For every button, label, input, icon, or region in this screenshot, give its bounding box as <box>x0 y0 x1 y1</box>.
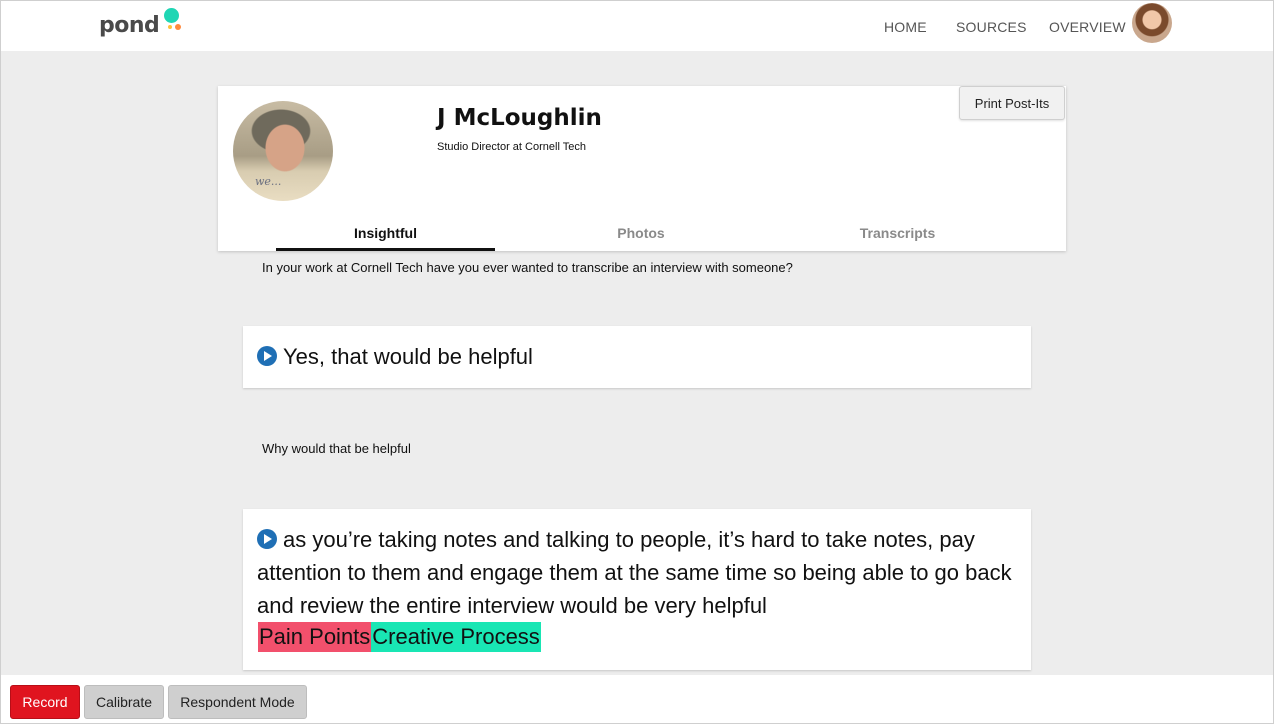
calibrate-button[interactable]: Calibrate <box>84 685 164 719</box>
nav-overview-link[interactable]: OVERVIEW <box>1049 19 1126 35</box>
tag-pain-points[interactable]: Pain Points <box>258 622 372 652</box>
print-post-its-button[interactable]: Print Post-Its <box>959 86 1065 120</box>
profile-card: we... J McLoughlin Studio Director at Co… <box>218 86 1066 251</box>
answer-card-1: Yes, that would be helpful <box>243 326 1031 388</box>
answer-1: Yes, that would be helpful <box>257 340 533 373</box>
play-icon[interactable] <box>257 346 277 366</box>
user-avatar[interactable] <box>1132 3 1172 43</box>
tab-transcripts[interactable]: Transcripts <box>794 225 1001 241</box>
top-navbar: pond HOME SOURCES OVERVIEW <box>1 1 1273 51</box>
answer-1-text: Yes, that would be helpful <box>283 344 533 369</box>
tag-creative-process[interactable]: Creative Process <box>371 622 541 652</box>
photo-caption: we... <box>255 175 282 188</box>
record-button[interactable]: Record <box>10 685 80 719</box>
logo-dots-icon <box>160 8 182 36</box>
tag-list: Pain Points Creative Process <box>258 622 541 652</box>
pond-logo[interactable]: pond <box>99 8 182 42</box>
nav-home-link[interactable]: HOME <box>884 19 927 35</box>
respondent-mode-button[interactable]: Respondent Mode <box>168 685 307 719</box>
profile-photo: we... <box>233 101 333 201</box>
answer-2: as you’re taking notes and talking to pe… <box>257 523 1017 622</box>
nav-sources-link[interactable]: SOURCES <box>956 19 1027 35</box>
profile-name: J McLoughlin <box>437 105 602 131</box>
question-1: In your work at Cornell Tech have you ev… <box>262 260 793 275</box>
active-tab-indicator <box>276 248 495 251</box>
question-2: Why would that be helpful <box>262 441 411 456</box>
answer-card-2: as you’re taking notes and talking to pe… <box>243 509 1031 670</box>
bottom-toolbar: Record Calibrate Respondent Mode <box>1 675 1273 723</box>
profile-tabs: Insightful Photos Transcripts <box>276 221 1023 251</box>
answer-2-text: as you’re taking notes and talking to pe… <box>257 527 1012 618</box>
profile-title: Studio Director at Cornell Tech <box>437 141 586 153</box>
tab-photos[interactable]: Photos <box>536 225 746 241</box>
play-icon[interactable] <box>257 529 277 549</box>
tab-insightful[interactable]: Insightful <box>276 225 495 241</box>
logo-text: pond <box>99 13 160 38</box>
